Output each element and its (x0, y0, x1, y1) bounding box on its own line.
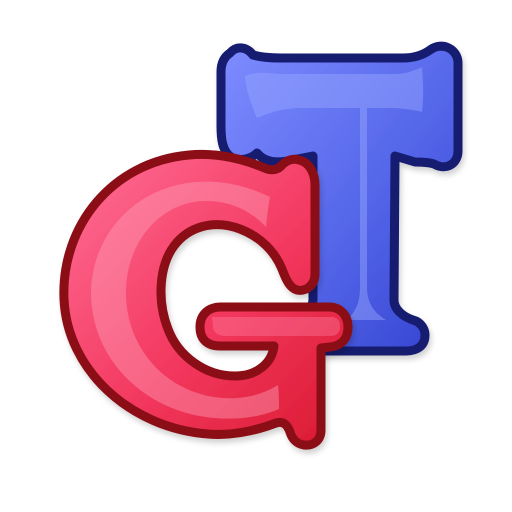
letter-g-bar-highlight (212, 317, 340, 336)
letter-g (59, 149, 353, 450)
logo-gt (59, 41, 463, 450)
